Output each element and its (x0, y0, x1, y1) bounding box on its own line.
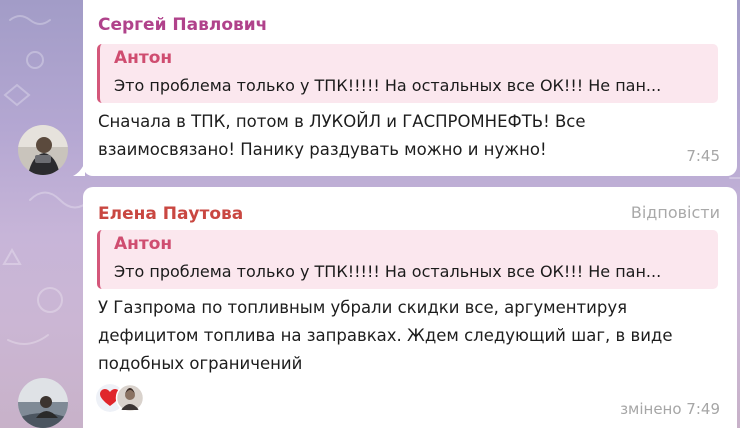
message-text-line-1: Сначала в ТПК, потом в ЛУКОЙЛ и ГАСПРОМН… (98, 112, 586, 131)
message-time: 7:45 (686, 147, 720, 165)
reply-quote[interactable]: Антон Это проблема только у ТПК!!!!! На … (97, 44, 718, 103)
message-time-edited: змінено 7:49 (620, 400, 720, 418)
reply-button[interactable]: Відповісти (631, 203, 720, 222)
sender-name[interactable]: Сергей Павлович (98, 15, 267, 35)
reaction-user-avatar-icon[interactable] (115, 384, 145, 412)
quote-text: Это проблема только у ТПК!!!!! На осталь… (114, 262, 662, 281)
avatar-elena[interactable] (18, 378, 68, 428)
message-bubble-2[interactable]: Елена Паутова Відповісти Антон Это пробл… (83, 187, 737, 428)
avatar-sergey[interactable] (18, 125, 68, 175)
reactions-bar[interactable] (95, 384, 165, 412)
message-text-line-2: дефицитом топлива на заправках. Ждем сле… (98, 326, 673, 345)
quote-author: Антон (114, 234, 173, 254)
quote-text: Это проблема только у ТПК!!!!! На осталь… (114, 76, 662, 95)
message-text-line-3: подобных ограничений (98, 354, 303, 373)
reply-quote[interactable]: Антон Это проблема только у ТПК!!!!! На … (97, 230, 718, 289)
sender-name[interactable]: Елена Паутова (98, 204, 243, 224)
message-text-line-2: взаимосвязано! Панику раздувать можно и … (98, 140, 547, 159)
message-text-line-1: У Газпрома по топливным убрали скидки вс… (98, 298, 628, 317)
quote-author: Антон (114, 48, 173, 68)
message-bubble-1[interactable]: Сергей Павлович Антон Это проблема тольк… (83, 0, 737, 176)
